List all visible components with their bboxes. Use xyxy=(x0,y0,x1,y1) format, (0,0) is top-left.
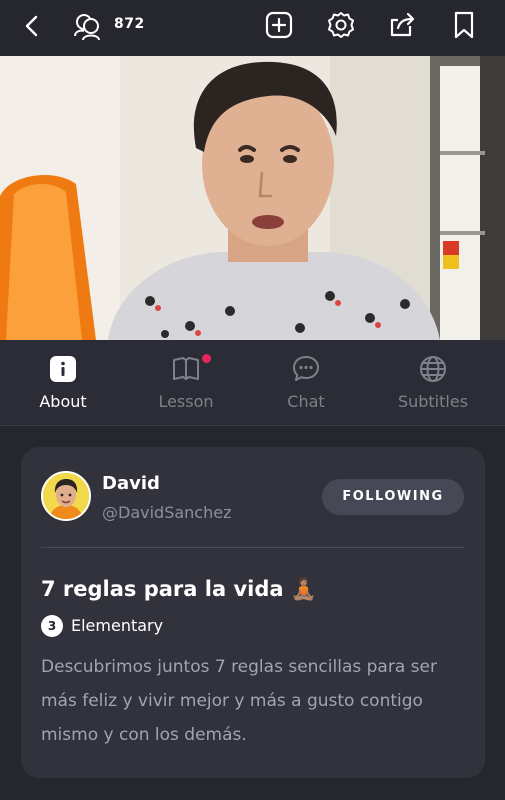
back-chevron-icon[interactable] xyxy=(20,12,44,40)
teacher-name[interactable]: David xyxy=(102,473,160,494)
globe-icon xyxy=(420,356,446,382)
following-button[interactable]: FOLLOWING xyxy=(322,479,464,515)
bookmark-icon[interactable] xyxy=(449,10,479,40)
viewer-count: 872 xyxy=(114,16,145,32)
tab-about[interactable]: About xyxy=(0,340,126,426)
info-icon xyxy=(50,356,76,382)
tab-chat-label: Chat xyxy=(287,392,325,411)
lesson-notification-dot xyxy=(202,354,211,363)
level-label: Elementary xyxy=(71,616,164,635)
avatar-image xyxy=(43,473,89,519)
lesson-description: Descubrimos juntos 7 reglas sencillas pa… xyxy=(41,657,437,745)
video-player[interactable] xyxy=(0,56,505,340)
avatar[interactable] xyxy=(41,471,91,521)
divider xyxy=(41,547,465,548)
tab-subtitles[interactable]: Subtitles xyxy=(370,340,496,426)
tab-lesson-label: Lesson xyxy=(158,392,214,411)
tab-subtitles-label: Subtitles xyxy=(397,392,469,411)
tab-about-label: About xyxy=(39,392,87,411)
teacher-card: David @DavidSanchez FOLLOWING 7 reglas p… xyxy=(21,447,485,778)
viewers-icon xyxy=(74,14,100,41)
level-number-badge: 3 xyxy=(41,615,63,637)
lesson-title: 7 reglas para la vida 🧘🏽 xyxy=(41,577,318,601)
video-frame xyxy=(0,56,505,340)
teacher-handle: @DavidSanchez xyxy=(102,503,232,522)
top-bar: 872 xyxy=(0,0,505,56)
book-icon xyxy=(173,357,199,380)
tab-bar: About Lesson Chat Subtitles xyxy=(0,340,505,426)
share-icon[interactable] xyxy=(388,10,418,40)
chat-bubble-icon xyxy=(293,356,319,381)
settings-icon[interactable] xyxy=(326,10,356,40)
add-icon[interactable] xyxy=(264,10,294,40)
tab-chat[interactable]: Chat xyxy=(243,340,369,426)
tab-lesson[interactable]: Lesson xyxy=(123,340,249,426)
